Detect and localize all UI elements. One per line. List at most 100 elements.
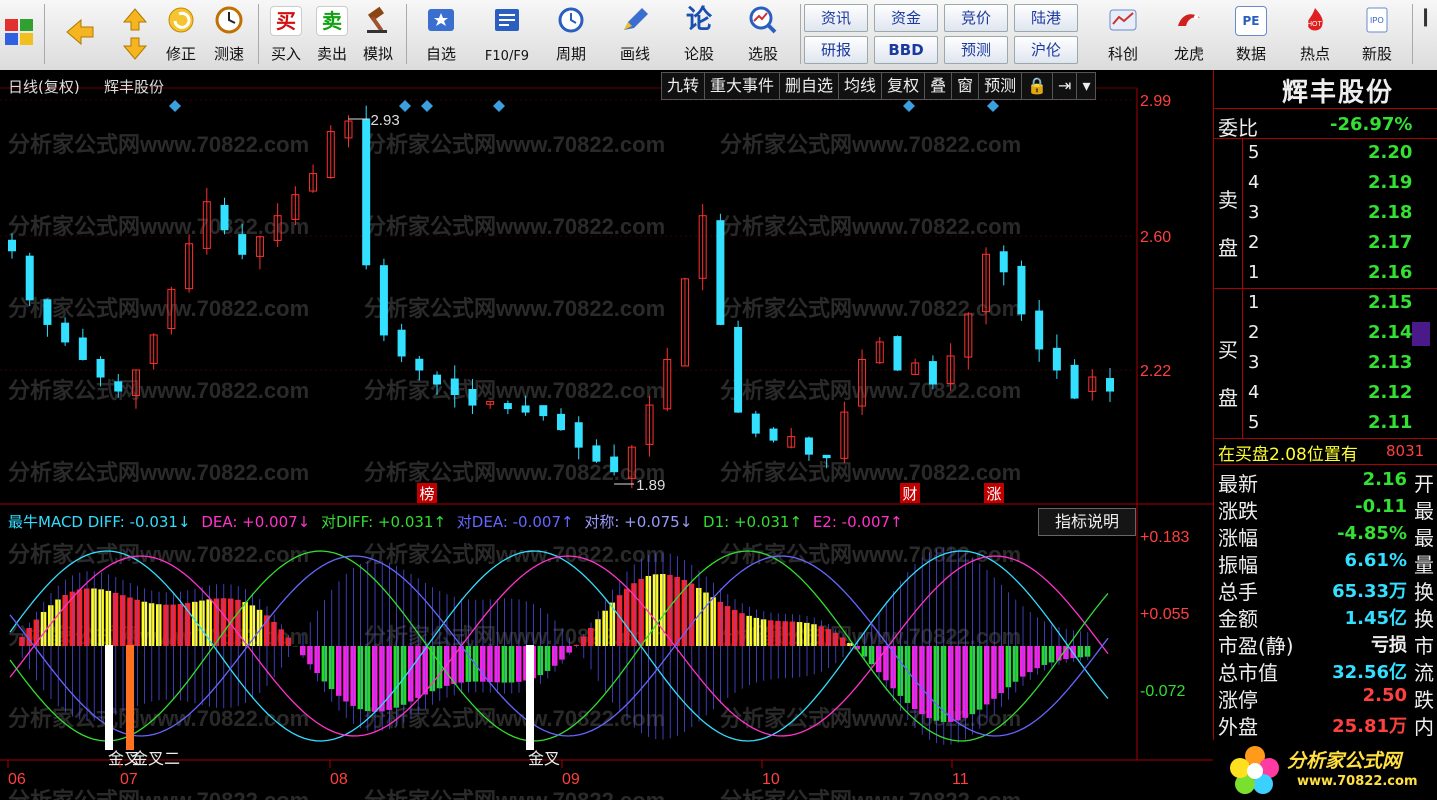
candle-body — [521, 405, 530, 413]
watermark-text: 分析家公式网www.70822.com — [8, 296, 309, 321]
discuss-button[interactable]: 论 论股 — [670, 2, 728, 66]
watermark-text: 分析家公式网www.70822.com — [364, 296, 665, 321]
hot-topics-button[interactable]: HOT 热点 — [1284, 2, 1346, 66]
pe-icon: PE — [1235, 6, 1267, 36]
sell-level-num: 2 — [1248, 232, 1260, 253]
gavel-icon — [367, 6, 387, 33]
candle-body — [25, 255, 34, 301]
watermark-text: 分析家公式网www.70822.com — [364, 378, 665, 403]
logo-text: 分析家公式网 — [1287, 750, 1402, 772]
stat-value: 65.33万 — [1332, 581, 1407, 602]
tab-overlay[interactable]: 叠 — [924, 72, 953, 100]
research-button[interactable]: 研报 — [804, 36, 868, 64]
indicator-explain-button[interactable]: 指标说明 — [1038, 508, 1136, 536]
sell-level-price[interactable]: 2.17 — [1368, 232, 1412, 253]
watermark-text: 分析家公式网www.70822.com — [8, 542, 309, 567]
sell-level-price[interactable]: 2.16 — [1368, 262, 1412, 283]
stat-label: 总市值 — [1218, 661, 1278, 685]
page-up-down-button[interactable] — [114, 2, 154, 66]
signal-label: 金叉二 — [132, 750, 180, 768]
hk-connect-button[interactable]: 陆港 — [1014, 4, 1078, 32]
shanghai-london-button[interactable]: 沪伦 — [1014, 36, 1078, 64]
discuss-icon: 论 — [685, 5, 712, 35]
dropdown-icon[interactable]: ▾ — [1076, 72, 1097, 100]
chart-area: 分析家公式网www.70822.com 分析家公式网www.70822.com 分析… — [0, 70, 1213, 800]
buy-level-price[interactable]: 2.13 — [1368, 352, 1412, 373]
watermark-text: 分析家公式网www.70822.com — [720, 460, 1021, 485]
candle-body — [433, 374, 442, 385]
watermark-text: 分析家公式网www.70822.com — [720, 378, 1021, 403]
star-market-button[interactable]: 科创 — [1092, 2, 1154, 66]
fund-button[interactable]: 资金 — [874, 4, 938, 32]
draw-line-button[interactable]: 画线 — [604, 2, 666, 66]
tab-adjust[interactable]: 复权 — [881, 72, 926, 100]
stock-screen-button[interactable]: 选股 — [732, 2, 794, 66]
candle-body — [362, 118, 371, 266]
simulate-button[interactable]: 模拟 — [356, 2, 400, 66]
buy-level-price[interactable]: 2.12 — [1368, 382, 1412, 403]
tab-nine-turn[interactable]: 九转 — [661, 72, 706, 100]
buy-side-label: 买盘 — [1218, 338, 1238, 410]
candle-body — [716, 220, 725, 325]
f10-button[interactable]: F10/F9 — [476, 2, 538, 66]
period-button[interactable]: 周期 — [542, 2, 600, 66]
candle-body — [1106, 378, 1114, 392]
event-diamond-icon — [987, 100, 999, 112]
sell-level-price[interactable]: 2.20 — [1368, 142, 1412, 163]
tab-forecast[interactable]: 预测 — [978, 72, 1023, 100]
order-notice-value: 8031 — [1386, 442, 1425, 460]
forecast-button[interactable]: 预测 — [944, 36, 1008, 64]
buy-level-num: 3 — [1248, 352, 1260, 373]
speed-test-button[interactable]: 测速 — [206, 2, 252, 66]
magnifier-chart-icon — [749, 6, 777, 34]
buy-level-num: 1 — [1248, 292, 1260, 313]
candle-body — [61, 322, 70, 343]
toolbar-scroll-right[interactable]: ❙ — [1418, 6, 1433, 64]
candle-body — [96, 359, 105, 378]
x-axis-label: 07 — [120, 771, 138, 788]
tab-remove-watchlist[interactable]: 删自选 — [779, 72, 840, 100]
signal-label: 金叉 — [528, 750, 560, 768]
candle-body — [592, 445, 601, 462]
buy-level-price[interactable]: 2.15 — [1368, 292, 1412, 313]
dragon-icon — [1178, 14, 1200, 26]
event-diamond-icon — [169, 100, 181, 112]
tab-moving-average[interactable]: 均线 — [838, 72, 883, 100]
lock-icon[interactable]: 🔒 — [1021, 72, 1054, 100]
watermark-text: 分析家公式网www.70822.com — [8, 460, 309, 485]
collapse-icon[interactable]: ⇥ — [1052, 72, 1078, 100]
app-grid-button[interactable] — [0, 2, 38, 66]
buy-button[interactable]: 买 买入 — [264, 2, 308, 66]
period-clock-icon — [558, 7, 584, 33]
sell-button[interactable]: 卖 卖出 — [310, 2, 354, 66]
candle-body — [769, 428, 778, 441]
tab-window[interactable]: 窗 — [951, 72, 980, 100]
low-mark-label: 1.89 — [636, 477, 665, 494]
fix-button[interactable]: 修正 — [158, 2, 204, 66]
buy-level-price[interactable]: 2.11 — [1368, 412, 1412, 433]
golden-cross-bar — [105, 645, 113, 750]
bbd-button[interactable]: BBD — [874, 36, 938, 64]
svg-text:IPO: IPO — [1370, 16, 1384, 25]
candle-body — [397, 329, 406, 357]
dragon-tiger-button[interactable]: 龙虎 — [1158, 2, 1220, 66]
new-stocks-button[interactable]: IPO 新股 — [1346, 2, 1408, 66]
watermark-text: 分析家公式网www.70822.com — [720, 132, 1021, 157]
svg-text:HOT: HOT — [1307, 21, 1323, 28]
price-axis-label: 2.22 — [1140, 363, 1171, 380]
candle-body — [1070, 364, 1079, 399]
watchlist-button[interactable]: 自选 — [410, 2, 472, 66]
sell-level-price[interactable]: 2.19 — [1368, 172, 1412, 193]
auction-button[interactable]: 竞价 — [944, 4, 1008, 32]
stat-value: 2.50 — [1362, 685, 1407, 706]
tab-major-events[interactable]: 重大事件 — [704, 72, 781, 100]
stat-label: 涨跌 — [1218, 499, 1258, 523]
data-button[interactable]: PE 数据 — [1220, 2, 1282, 66]
back-button[interactable] — [52, 2, 108, 66]
candle-body — [379, 265, 388, 336]
app-grid-icon — [5, 19, 33, 45]
sell-level-price[interactable]: 2.18 — [1368, 202, 1412, 223]
buy-level-price[interactable]: 2.14 — [1368, 322, 1412, 343]
news-button[interactable]: 资讯 — [804, 4, 868, 32]
stat-suffix: 开 — [1414, 472, 1434, 496]
